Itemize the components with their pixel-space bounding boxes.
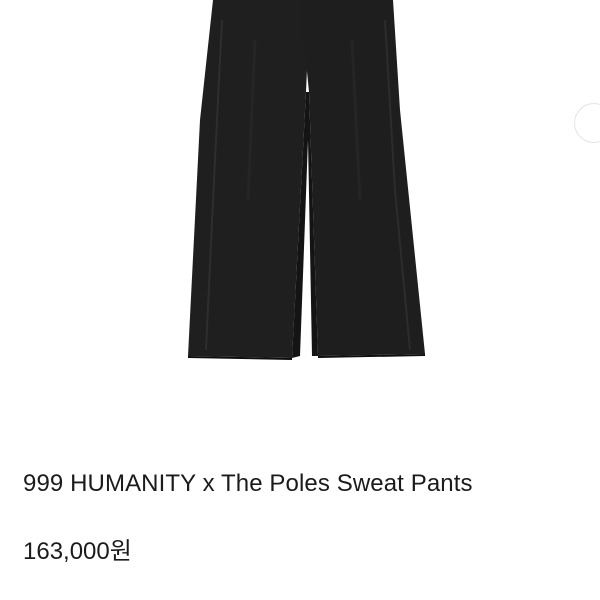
product-image[interactable] [0,0,600,420]
product-title: 999 HUMANITY x The Poles Sweat Pants [23,470,473,497]
product-price: 163,000원 [23,538,132,565]
product-page: 999 HUMANITY x The Poles Sweat Pants 163… [0,0,600,600]
pants-illustration [188,0,425,360]
